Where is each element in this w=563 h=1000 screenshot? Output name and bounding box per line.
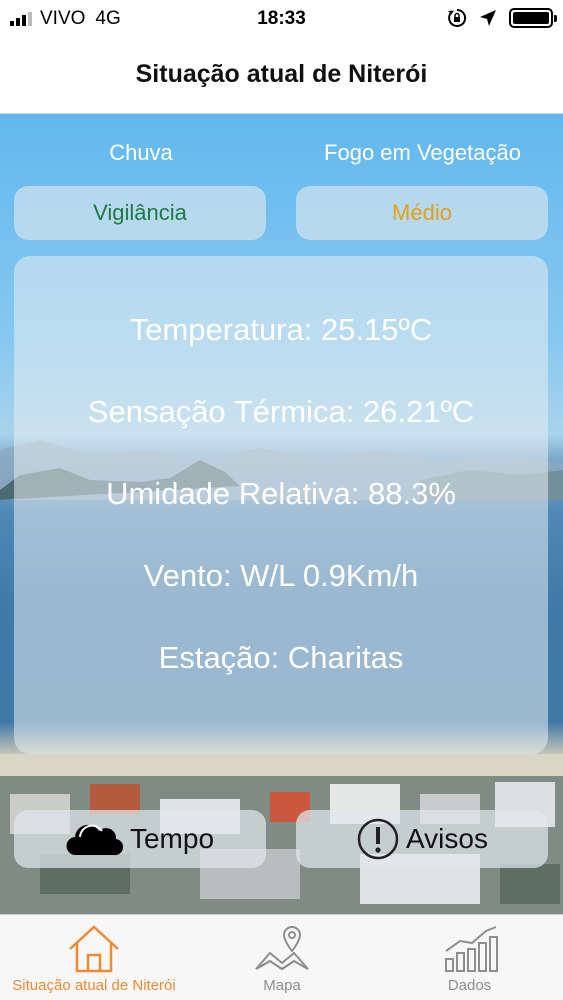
- map-icon: [255, 925, 309, 971]
- warning-icon: [357, 818, 399, 860]
- tempo-label: Tempo: [129, 823, 215, 854]
- home-icon: [69, 925, 119, 973]
- station-text: Estação: Charitas: [158, 640, 404, 675]
- location-icon: [480, 10, 496, 26]
- rain-alert-level: Vigilância: [14, 186, 266, 240]
- tab-label-dados: Dados: [447, 977, 492, 994]
- status-bar: VIVO 4G 18:33: [0, 0, 563, 38]
- main-content: Chuva Fogo em Vegetação Vigilância Médio…: [0, 114, 563, 914]
- rain-label: Chuva: [109, 140, 173, 165]
- battery-icon: [509, 8, 557, 28]
- humidity-text: Umidade Relativa: 88.3%: [106, 476, 456, 511]
- page-title: Situação atual de Niterói: [135, 60, 428, 88]
- tab-bar: Situação atual de Niterói Mapa Dados: [0, 914, 563, 1000]
- avisos-button[interactable]: Avisos: [296, 810, 548, 868]
- temperature-text: Temperatura: 25.15ºC: [129, 312, 433, 347]
- tab-label-situacao: Situação atual de Niterói: [12, 977, 176, 994]
- tempo-button[interactable]: Tempo: [14, 810, 266, 868]
- chart-icon: [444, 926, 498, 972]
- feels-like-text: Sensação Térmica: 26.21ºC: [87, 394, 475, 429]
- tab-dados[interactable]: Dados: [376, 915, 563, 1000]
- status-right: [447, 8, 557, 28]
- wind-text: Vento: W/L 0.9Km/h: [143, 558, 419, 593]
- tab-mapa[interactable]: Mapa: [188, 915, 376, 1000]
- rotation-lock-icon: [448, 8, 467, 27]
- navigation-bar: Situação atual de Niterói: [0, 38, 563, 114]
- fire-alert-level: Médio: [296, 186, 548, 240]
- tab-situacao-atual[interactable]: Situação atual de Niterói: [0, 915, 188, 1000]
- fire-label: Fogo em Vegetação: [324, 140, 521, 165]
- tab-label-mapa: Mapa: [263, 977, 301, 994]
- weather-panel: Temperatura: 25.15ºC Sensação Térmica: 2…: [14, 256, 548, 754]
- cloud-icon: [66, 824, 124, 856]
- avisos-label: Avisos: [406, 823, 488, 854]
